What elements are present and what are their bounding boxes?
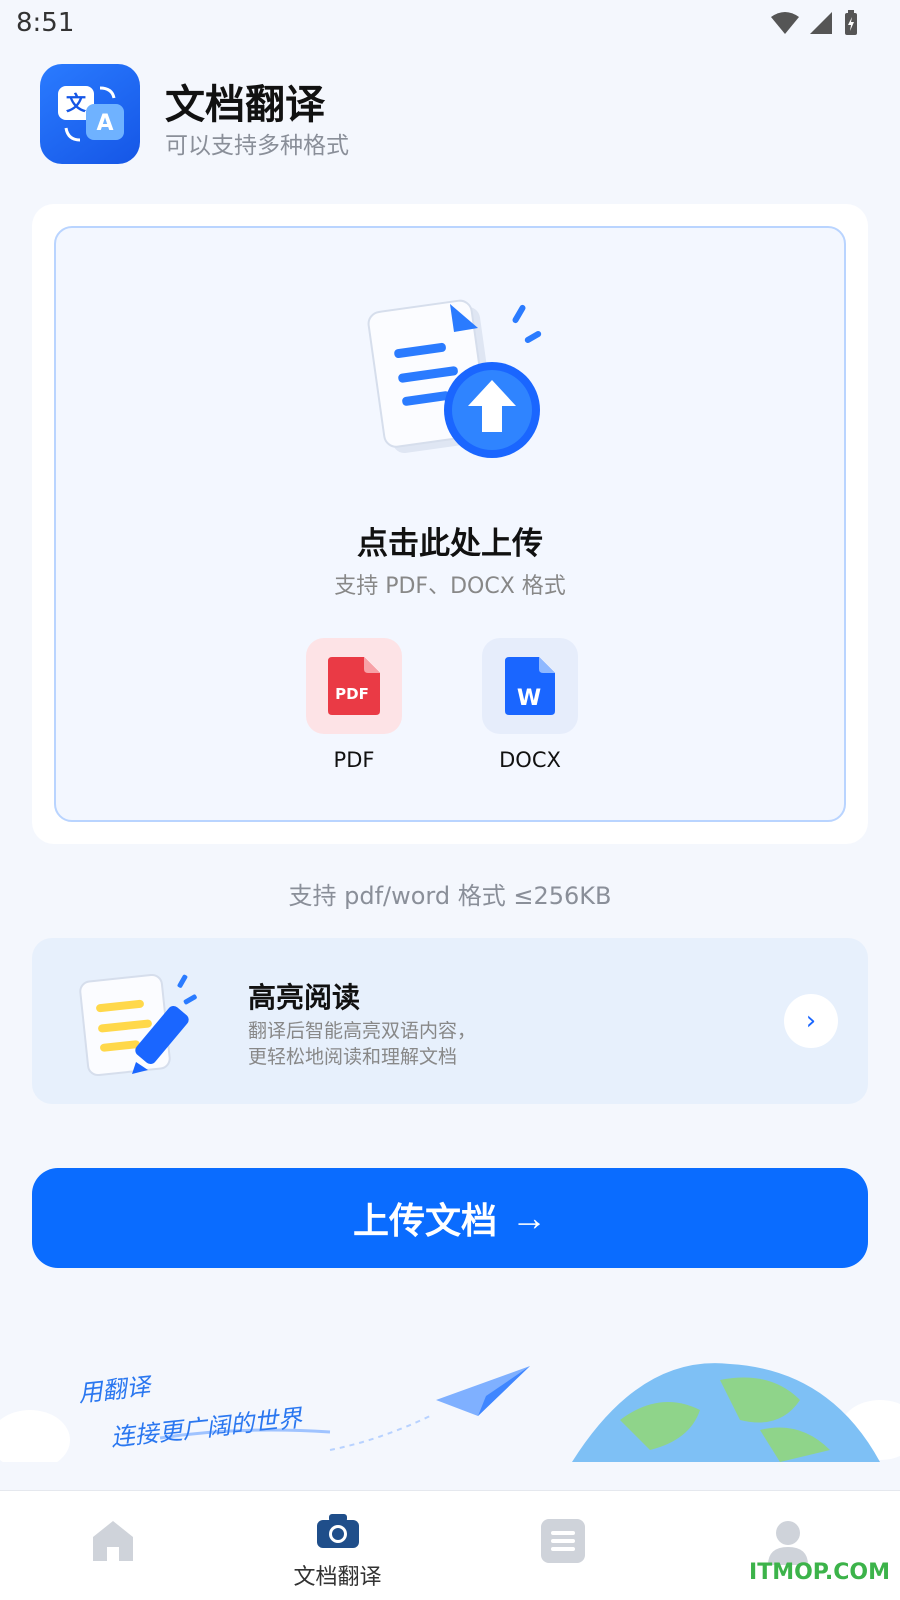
pdf-file-icon: PDF xyxy=(328,657,380,715)
nav-item-document-translate[interactable]: 文档翻译 xyxy=(225,1491,450,1600)
slogan-line-1: 用翻译 xyxy=(76,1372,152,1408)
svg-text:A: A xyxy=(96,111,113,136)
battery-icon xyxy=(845,10,857,35)
svg-text:PDF: PDF xyxy=(335,685,369,703)
chevron-right-icon[interactable]: › xyxy=(784,994,838,1048)
status-icons xyxy=(770,10,860,36)
page-subtitle: 可以支持多种格式 xyxy=(165,133,349,159)
document-upload-icon xyxy=(367,299,542,458)
size-limit-note: 支持 pdf/word 格式 ≤256KB xyxy=(288,882,612,910)
status-bar: 8:51 xyxy=(0,0,900,50)
highlight-title: 高亮阅读 xyxy=(248,981,361,1014)
upload-card: 点击此处上传 支持 PDF、DOCX 格式 PDF PDF W DOCX xyxy=(32,204,868,844)
word-file-icon: W xyxy=(505,657,555,715)
list-icon xyxy=(535,1513,591,1569)
highlighter-icon xyxy=(79,973,197,1077)
arrow-right-icon: → xyxy=(511,1197,547,1238)
docx-tile: W xyxy=(482,638,578,734)
nav-item-home[interactable] xyxy=(0,1491,225,1600)
app-logo: 文 A xyxy=(40,64,140,164)
upload-button-label: 上传文档 xyxy=(352,1200,497,1241)
nav-label: 文档翻译 xyxy=(293,1565,382,1590)
upload-dropzone[interactable]: 点击此处上传 支持 PDF、DOCX 格式 PDF PDF W DOCX xyxy=(54,226,846,822)
camera-icon xyxy=(310,1509,366,1553)
slogan-banner: 用翻译 连接更广阔的世界 xyxy=(0,1360,900,1462)
svg-text:W: W xyxy=(517,686,541,711)
upload-document-button[interactable]: 上传文档 → xyxy=(32,1168,868,1268)
home-icon xyxy=(85,1513,141,1569)
svg-text:文: 文 xyxy=(66,91,87,115)
signal-icon xyxy=(810,12,832,34)
nav-item-list[interactable] xyxy=(450,1491,675,1600)
highlight-desc-line: 更轻松地阅读和理解文档 xyxy=(248,1046,458,1068)
highlight-read-card[interactable]: 高亮阅读 翻译后智能高亮双语内容， 更轻松地阅读和理解文档 › xyxy=(32,938,868,1104)
highlight-description: 翻译后智能高亮双语内容， 更轻松地阅读和理解文档 xyxy=(248,1018,628,1070)
upload-title: 点击此处上传 xyxy=(357,526,543,562)
page-title: 文档翻译 xyxy=(165,82,325,128)
translate-icon: 文 A xyxy=(58,86,124,142)
highlight-desc-line: 翻译后智能高亮双语内容， xyxy=(248,1020,477,1042)
upload-hint: 支持 PDF、DOCX 格式 xyxy=(334,574,566,599)
pdf-tile: PDF xyxy=(306,638,402,734)
wifi-icon xyxy=(771,12,799,34)
format-pdf: PDF PDF xyxy=(294,638,414,772)
format-label: PDF xyxy=(333,748,375,772)
status-time: 8:51 xyxy=(16,8,75,38)
format-docx: W DOCX xyxy=(470,638,590,772)
watermark: ITMOP.COM xyxy=(749,1560,890,1585)
format-label: DOCX xyxy=(499,748,561,772)
